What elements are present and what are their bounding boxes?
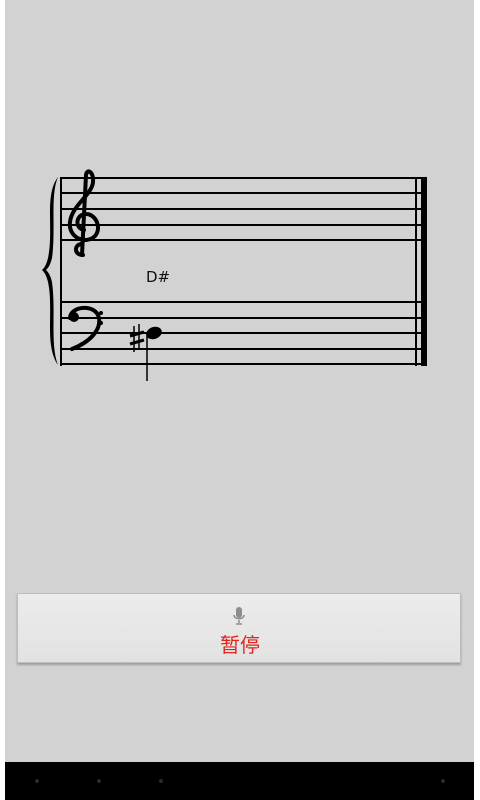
treble-clef-icon <box>67 169 100 257</box>
barline-thick <box>421 177 427 366</box>
bass-clef-icon <box>68 305 103 351</box>
note-name-label: D# <box>146 268 171 286</box>
pause-button-label[interactable]: 暂停 <box>0 629 480 658</box>
nav-home-icon[interactable] <box>97 779 101 783</box>
nav-menu-icon[interactable] <box>441 779 445 783</box>
screen: D# 暂停 <box>0 0 480 800</box>
navigation-bar <box>5 762 474 800</box>
sharp-icon <box>129 324 145 352</box>
nav-back-icon[interactable] <box>35 779 39 783</box>
brace <box>42 177 58 365</box>
nav-recent-icon[interactable] <box>159 779 163 783</box>
treble-staff <box>61 177 426 241</box>
microphone-icon <box>233 607 245 625</box>
grand-staff <box>42 169 427 381</box>
bass-staff <box>61 301 426 365</box>
